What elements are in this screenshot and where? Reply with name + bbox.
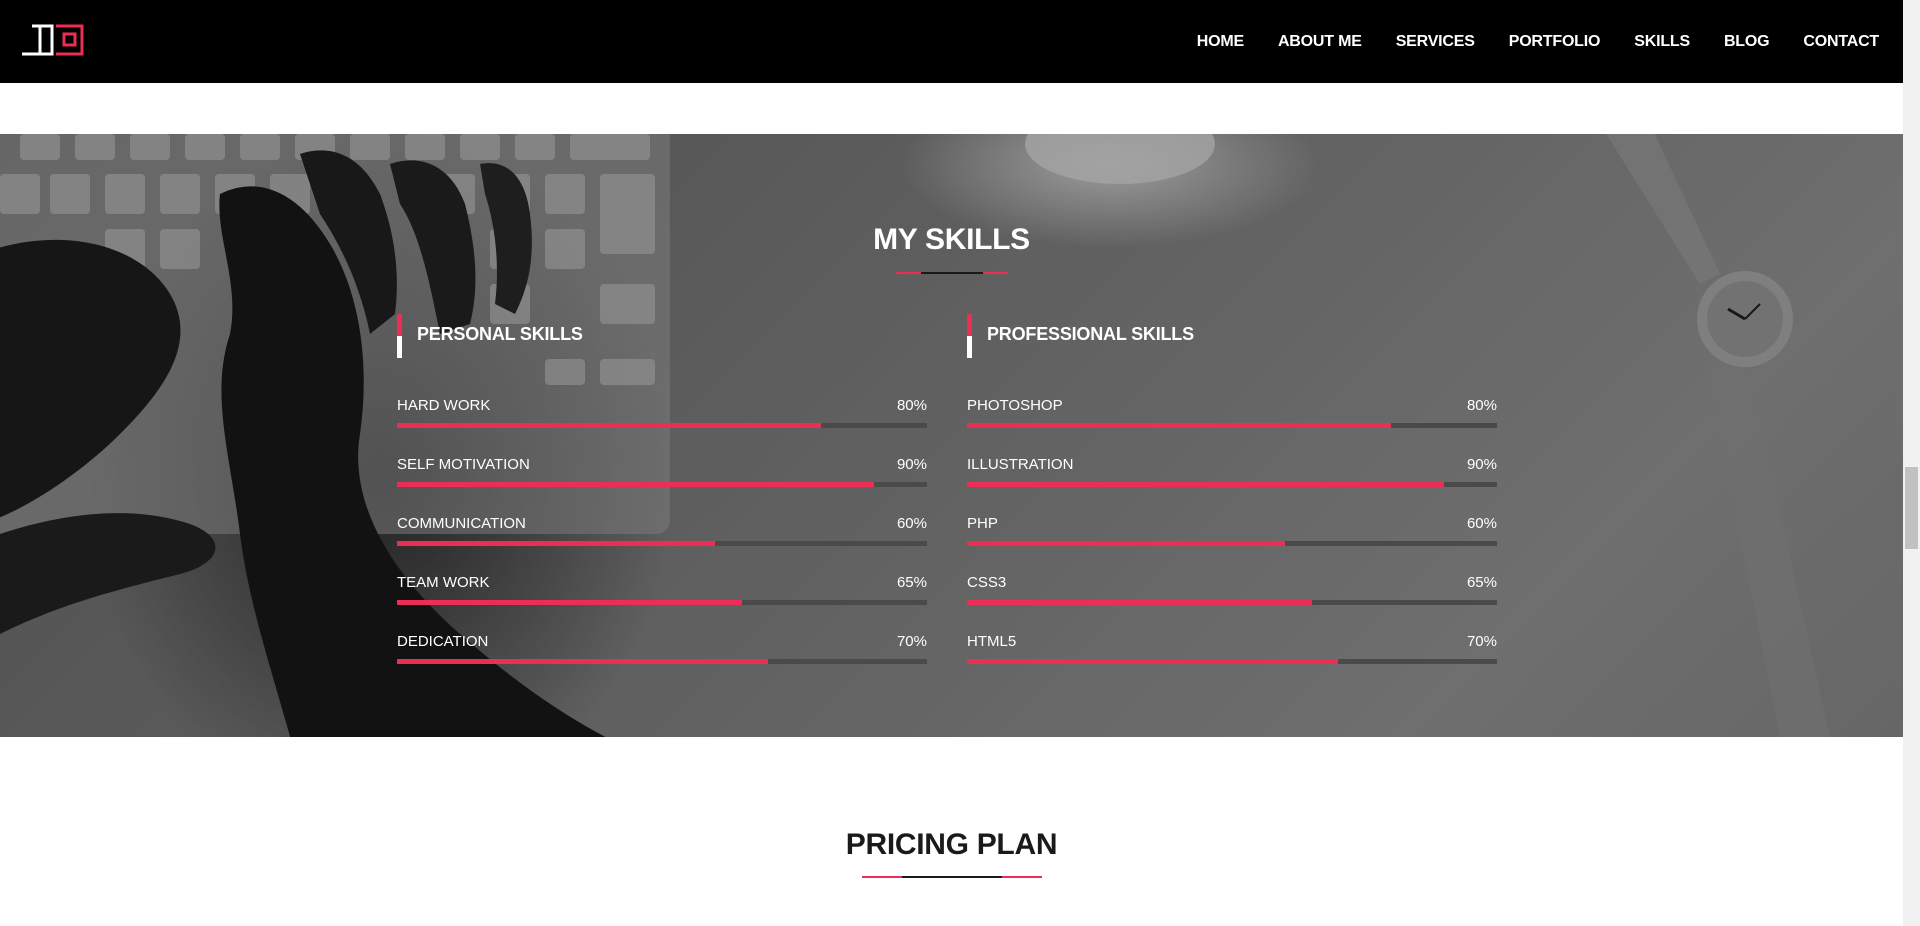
skills-section: MY SKILLS PERSONAL SKILLS HARD WORK 80% SE… bbox=[0, 134, 1903, 737]
section-title: MY SKILLS bbox=[873, 223, 1030, 256]
skill-name: COMMUNICATION bbox=[397, 515, 526, 532]
skill-progress-fill bbox=[967, 482, 1444, 487]
skill-percent: 90% bbox=[1466, 456, 1497, 473]
skill-progress-track bbox=[397, 541, 927, 546]
skill-row: DEDICATION 70% bbox=[397, 633, 927, 673]
professional-skills-label: PROFESSIONAL SKILLS bbox=[987, 324, 1194, 344]
skill-name: TEAM WORK bbox=[397, 574, 490, 591]
page-scrollbar[interactable] bbox=[1903, 0, 1920, 926]
nav-about-me[interactable]: ABOUT ME bbox=[1278, 33, 1362, 51]
skill-row: HARD WORK 80% bbox=[397, 397, 927, 437]
skill-row: PHP 60% bbox=[967, 515, 1497, 555]
jd-logo-icon[interactable] bbox=[20, 22, 86, 58]
skill-percent: 60% bbox=[896, 515, 927, 532]
skill-progress-fill bbox=[967, 659, 1338, 664]
nav-blog[interactable]: BLOG bbox=[1724, 33, 1770, 51]
skill-name: CSS3 bbox=[967, 574, 1007, 591]
skill-progress-track bbox=[967, 541, 1497, 546]
skill-percent: 80% bbox=[896, 397, 927, 414]
main-nav: HOME ABOUT ME SERVICES PORTFOLIO SKILLS … bbox=[1163, 0, 1879, 83]
skill-progress-fill bbox=[397, 482, 874, 487]
skill-progress-track bbox=[397, 659, 927, 664]
skill-row: TEAM WORK 65% bbox=[397, 574, 927, 614]
skill-row: CSS3 65% bbox=[967, 574, 1497, 614]
skill-percent: 65% bbox=[896, 574, 927, 591]
skill-progress-fill bbox=[967, 541, 1285, 546]
skill-name: SELF MOTIVATION bbox=[397, 456, 530, 473]
skill-row: HTML5 70% bbox=[967, 633, 1497, 673]
skill-name: HTML5 bbox=[967, 633, 1017, 650]
skill-progress-fill bbox=[397, 659, 768, 664]
skill-percent: 90% bbox=[896, 456, 927, 473]
skill-progress-fill bbox=[397, 600, 742, 605]
skill-progress-fill bbox=[397, 423, 821, 428]
skill-progress-track bbox=[397, 600, 927, 605]
pricing-title-underline bbox=[862, 876, 1042, 878]
skill-progress-track bbox=[967, 423, 1497, 428]
skill-progress-track bbox=[967, 659, 1497, 664]
nav-contact[interactable]: CONTACT bbox=[1803, 33, 1879, 51]
site-header: HOME ABOUT ME SERVICES PORTFOLIO SKILLS … bbox=[0, 0, 1903, 83]
skill-percent: 60% bbox=[1466, 515, 1497, 532]
professional-skills-heading: PROFESSIONAL SKILLS bbox=[967, 314, 1497, 358]
skill-progress-track bbox=[967, 482, 1497, 487]
skill-progress-fill bbox=[967, 423, 1391, 428]
skill-name: DEDICATION bbox=[397, 633, 489, 650]
personal-skills-column: PERSONAL SKILLS HARD WORK 80% SELF MOTIVAT… bbox=[397, 314, 927, 664]
skill-row: SELF MOTIVATION 90% bbox=[397, 456, 927, 496]
pricing-title: PRICING PLAN bbox=[845, 828, 1058, 861]
skill-percent: 65% bbox=[1466, 574, 1497, 591]
skill-progress-fill bbox=[967, 600, 1312, 605]
skill-percent: 80% bbox=[1466, 397, 1497, 414]
skill-progress-track bbox=[397, 423, 927, 428]
skill-name: PHP bbox=[967, 515, 998, 532]
skill-percent: 70% bbox=[1466, 633, 1497, 650]
nav-skills[interactable]: SKILLS bbox=[1634, 33, 1690, 51]
skill-progress-fill bbox=[397, 541, 715, 546]
skill-percent: 70% bbox=[896, 633, 927, 650]
professional-skills-column: PROFESSIONAL SKILLS PHOTOSHOP 80% ILLUSTRA… bbox=[967, 314, 1497, 664]
skill-row: PHOTOSHOP 80% bbox=[967, 397, 1497, 437]
skill-row: COMMUNICATION 60% bbox=[397, 515, 927, 555]
skill-name: PHOTOSHOP bbox=[967, 397, 1063, 414]
nav-home[interactable]: HOME bbox=[1197, 33, 1244, 51]
nav-services[interactable]: SERVICES bbox=[1396, 33, 1475, 51]
personal-skills-heading: PERSONAL SKILLS bbox=[397, 314, 927, 358]
skill-name: ILLUSTRATION bbox=[967, 456, 1074, 473]
nav-portfolio[interactable]: PORTFOLIO bbox=[1509, 33, 1601, 51]
skill-progress-track bbox=[967, 600, 1497, 605]
skill-progress-track bbox=[397, 482, 927, 487]
skill-name: HARD WORK bbox=[397, 397, 491, 414]
scrollbar-thumb[interactable] bbox=[1905, 467, 1918, 549]
title-underline bbox=[896, 272, 1008, 274]
personal-skills-label: PERSONAL SKILLS bbox=[417, 324, 583, 344]
skill-row: ILLUSTRATION 90% bbox=[967, 456, 1497, 496]
